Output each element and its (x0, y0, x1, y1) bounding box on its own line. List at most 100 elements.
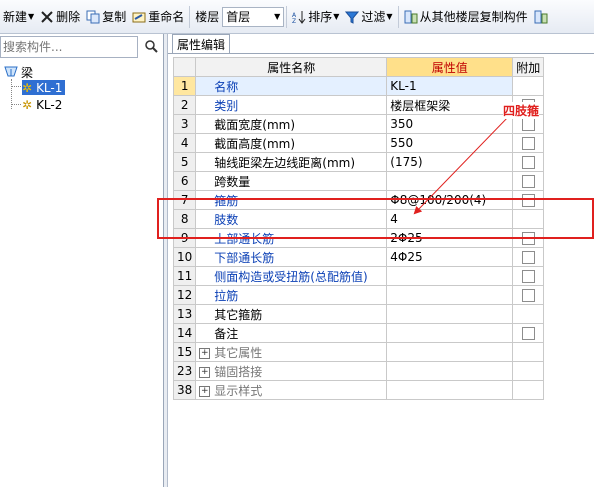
table-row[interactable]: 4 截面高度(mm) 550 (172, 133, 545, 153)
extra-checkbox[interactable] (521, 118, 535, 131)
property-name: 截面高度(mm) (195, 133, 388, 153)
floor-copy-icon (404, 10, 418, 24)
row-index: 13 (172, 304, 197, 324)
filter-button[interactable]: 过滤 ▼ (342, 5, 395, 29)
chevron-down-icon: ▼ (333, 12, 340, 21)
property-name: 类别 (195, 95, 388, 115)
property-value[interactable] (386, 171, 514, 191)
property-name: 其它箍筋 (195, 304, 388, 324)
rename-button[interactable]: 重命名 (129, 5, 187, 29)
tree-item-kl-1[interactable]: ✲ KL-1 (22, 80, 66, 95)
annotation-highlight-box (157, 198, 594, 239)
extra-checkbox[interactable] (521, 156, 535, 169)
search-icon (144, 39, 158, 56)
tree-root-label: 梁 (21, 66, 34, 80)
row-index: 38 (172, 380, 197, 400)
extra-checkbox[interactable] (521, 251, 535, 264)
table-row[interactable]: 3 截面宽度(mm) 350 (172, 114, 545, 134)
row-index: 14 (172, 323, 197, 343)
property-value[interactable] (386, 323, 514, 343)
table-row[interactable]: 6 跨数量 (172, 171, 545, 191)
header-index (172, 57, 197, 77)
property-value[interactable]: KL-1 (386, 76, 514, 96)
table-row[interactable]: 11 侧面构造或受扭筋(总配筋值) (172, 266, 545, 286)
tree-connector (11, 104, 21, 105)
chevron-down-icon: ▼ (386, 12, 393, 21)
extra-cell (512, 171, 545, 191)
sort-icon: AZ (292, 10, 306, 25)
property-value[interactable]: 350 (386, 114, 514, 134)
property-name: 名称 (195, 76, 388, 96)
tree-root-beam[interactable]: 梁 (4, 64, 33, 81)
extra-checkbox[interactable] (521, 137, 535, 150)
header-extra: 附加 (512, 57, 545, 77)
row-index: 10 (172, 247, 197, 267)
toolbar-divider (189, 5, 191, 28)
copy-button[interactable]: 复制 (83, 5, 129, 29)
toolbar-divider (397, 5, 399, 28)
table-row[interactable]: 38 + 显示样式 (172, 380, 545, 400)
floor-label-text: 楼层 (195, 10, 220, 24)
property-value[interactable] (386, 266, 514, 286)
property-value[interactable] (386, 285, 514, 305)
chevron-down-icon: ▼ (274, 12, 281, 21)
property-value[interactable]: 550 (386, 133, 514, 153)
property-value[interactable]: 4Φ25 (386, 247, 514, 267)
group-label: 其它属性 (214, 345, 263, 360)
property-name: 轴线距梁左边线距离(mm) (195, 152, 388, 172)
extra-cell (512, 133, 545, 153)
copy-button-label: 复制 (102, 10, 127, 24)
table-row[interactable]: 15 + 其它属性 (172, 342, 545, 362)
property-value (386, 342, 514, 362)
tree-item-kl-2[interactable]: ✲ KL-2 (22, 97, 65, 112)
table-row[interactable]: 2 类别 楼层框架梁 (172, 95, 545, 115)
property-name: 下部通长筋 (195, 247, 388, 267)
rename-icon (132, 10, 146, 24)
table-row[interactable]: 23 + 锚固搭接 (172, 361, 545, 381)
sort-button-label: 排序 (308, 10, 333, 24)
copy-icon (86, 10, 100, 24)
tab-property-edit[interactable]: 属性编辑 (172, 34, 231, 54)
table-row[interactable]: 14 备注 (172, 323, 545, 343)
property-value[interactable]: (175) (386, 152, 514, 172)
extra-cell (512, 76, 545, 96)
sort-button[interactable]: AZ 排序 ▼ (289, 5, 342, 29)
extra-cell (512, 323, 545, 343)
property-value (386, 361, 514, 381)
copy-from-floor-label: 从其他楼层复制构件 (419, 10, 528, 24)
search-input[interactable] (0, 36, 138, 58)
filter-icon (345, 10, 360, 24)
extra-checkbox[interactable] (521, 289, 535, 302)
table-row[interactable]: 5 轴线距梁左边线距离(mm) (175) (172, 152, 545, 172)
new-button[interactable]: 新建 ▼ (0, 5, 37, 29)
toolbar-divider (286, 5, 288, 28)
group-label: 显示样式 (214, 383, 263, 398)
extra-checkbox[interactable] (521, 175, 535, 188)
component-gear-icon: ✲ (22, 97, 33, 112)
property-name: + 其它属性 (195, 342, 388, 362)
expand-icon[interactable]: + (199, 347, 211, 359)
tab-divider (168, 53, 594, 54)
extra-checkbox[interactable] (521, 327, 535, 340)
header-name: 属性名称 (195, 57, 388, 77)
table-row[interactable]: 10 下部通长筋 4Φ25 (172, 247, 545, 267)
expand-icon[interactable]: + (199, 366, 211, 378)
table-row[interactable]: 13 其它箍筋 (172, 304, 545, 324)
expand-icon[interactable]: + (199, 385, 211, 397)
tree-connector (11, 86, 21, 87)
delete-button[interactable]: 删除 (37, 5, 83, 29)
overflow-button[interactable] (531, 5, 553, 29)
table-row[interactable]: 1 名称 KL-1 (172, 76, 545, 96)
property-value[interactable] (386, 304, 514, 324)
floor-select[interactable]: 首层 ▼ (222, 6, 285, 27)
copy-from-floor-button[interactable]: 从其他楼层复制构件 (401, 5, 531, 29)
table-row[interactable]: 12 拉筋 (172, 285, 545, 305)
property-value[interactable]: 楼层框架梁 (386, 95, 514, 115)
search-button[interactable] (141, 36, 161, 58)
row-index: 2 (172, 95, 197, 115)
chevron-down-icon: ▼ (28, 12, 35, 21)
extra-cell (512, 380, 545, 400)
extra-checkbox[interactable] (521, 270, 535, 283)
annotation-label: 四肢箍 (503, 102, 540, 119)
row-index: 12 (172, 285, 197, 305)
